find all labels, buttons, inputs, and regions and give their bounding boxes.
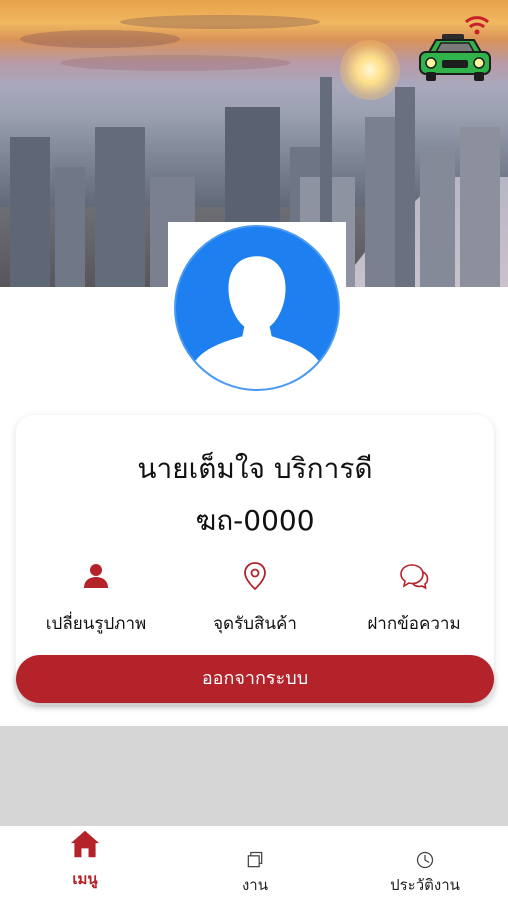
pickup-point-button[interactable]: จุดรับสินค้า <box>175 560 335 637</box>
home-icon <box>70 830 100 858</box>
nav-history[interactable]: ประวัติงาน <box>340 826 508 900</box>
logout-button[interactable]: ออกจากระบบ <box>16 655 494 703</box>
location-pin-icon <box>244 562 266 591</box>
taxi-wifi-logo-icon <box>419 16 491 81</box>
person-icon <box>84 564 108 588</box>
person-silhouette-icon <box>193 256 321 389</box>
pickup-point-label: จุดรับสินค้า <box>213 614 297 634</box>
history-clock-icon <box>416 851 434 869</box>
nav-jobs[interactable]: งาน <box>170 826 340 900</box>
chat-bubble-icon <box>400 564 429 590</box>
profile-screen: นายเต็มใจ บริการดี ฆถ-0000 เปลี่ยนรูปภาพ… <box>0 0 508 900</box>
bottom-navigation: เมนู งาน ประวัติงาน <box>0 826 508 900</box>
avatar[interactable] <box>174 225 340 391</box>
change-photo-button[interactable]: เปลี่ยนรูปภาพ <box>16 560 176 637</box>
profile-card: นายเต็มใจ บริการดี ฆถ-0000 เปลี่ยนรูปภาพ… <box>16 415 494 705</box>
nav-history-label: ประวัติงาน <box>390 876 460 894</box>
leave-message-label: ฝากข้อความ <box>367 614 461 634</box>
nav-jobs-label: งาน <box>241 876 268 894</box>
nav-menu-label: เมนู <box>72 870 98 888</box>
copy-icon <box>247 851 263 868</box>
nav-menu[interactable]: เมนู <box>0 826 170 900</box>
change-photo-label: เปลี่ยนรูปภาพ <box>45 614 147 634</box>
driver-name: นายเต็มใจ บริการดี <box>137 452 373 485</box>
license-plate: ฆถ-0000 <box>195 504 315 537</box>
content-placeholder <box>0 726 508 826</box>
leave-message-button[interactable]: ฝากข้อความ <box>334 560 494 637</box>
